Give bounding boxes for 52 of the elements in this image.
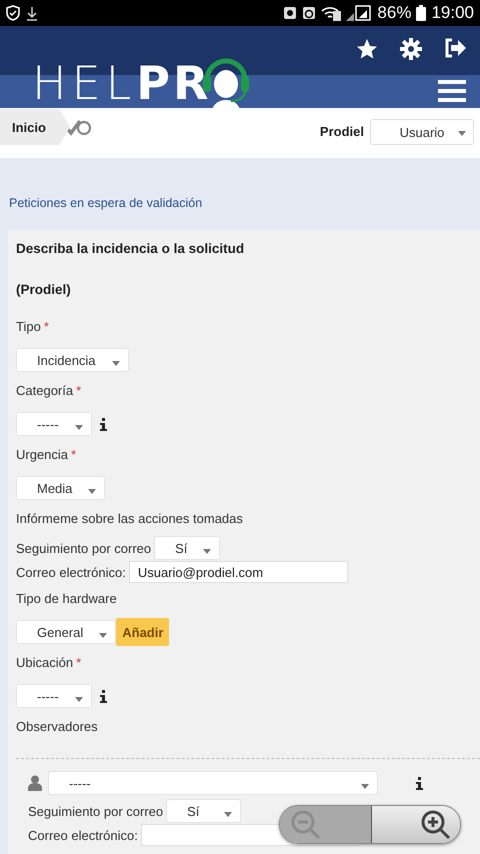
required-mark: * [76, 655, 82, 670]
dropdown-select[interactable]: ----- [16, 412, 92, 436]
download-icon [26, 5, 38, 21]
logout-icon[interactable] [444, 38, 466, 58]
required-mark: * [71, 447, 76, 462]
observer-select[interactable]: ----- [48, 771, 378, 795]
dropdown-select[interactable]: Incidencia [16, 348, 129, 372]
user-icon [28, 775, 42, 791]
field-label: Observadores [16, 719, 98, 734]
required-mark: * [44, 319, 49, 334]
add-button[interactable]: Añadir [116, 618, 170, 646]
notification-icon [283, 6, 298, 20]
field-label: Tipo [16, 319, 41, 334]
email-field[interactable]: Usuario@prodiel.com [128, 561, 348, 583]
dropdown-select[interactable]: Media [16, 476, 106, 500]
field-label: Urgencia [16, 447, 68, 462]
battery-icon [416, 5, 426, 21]
role-select[interactable]: Usuario [370, 119, 474, 145]
form-subtitle: (Prodiel) [16, 281, 72, 299]
field-label: Tipo de hardware [16, 591, 117, 606]
star-icon[interactable] [356, 38, 378, 60]
field-label: Correo electrónico: [28, 828, 138, 842]
pending-requests-link[interactable]: Peticiones en espera de validación [0, 158, 480, 230]
info-icon[interactable] [416, 776, 423, 790]
menu-icon[interactable] [438, 80, 466, 102]
zoom-in-button[interactable] [372, 806, 460, 843]
company-name: Prodiel [320, 124, 364, 138]
battery-level: 86% [377, 3, 412, 23]
home-breadcrumb[interactable]: Inicio [0, 109, 70, 145]
wifi-icon [321, 5, 342, 21]
field-label: Infórmeme sobre las acciones tomadas [16, 511, 243, 526]
field-label: Correo electrónico: [16, 564, 126, 580]
dropdown-select[interactable]: General [16, 620, 116, 644]
field-label: Seguimiento por correo [28, 804, 164, 818]
required-mark: * [76, 383, 82, 398]
form-title: Describa la incidencia o la solicitud [16, 240, 246, 258]
alarm-icon [302, 6, 316, 20]
clock: 19:00 [431, 3, 474, 23]
dropdown-select[interactable]: ----- [16, 684, 92, 708]
field-label: Ubicación [16, 655, 74, 670]
field-label: Categoría [16, 383, 74, 398]
settings-icon[interactable] [400, 38, 422, 60]
info-icon[interactable] [100, 690, 107, 702]
signal-icon [346, 5, 372, 21]
shield-icon [6, 5, 20, 21]
zoom-out-icon [290, 808, 322, 840]
dropdown-select[interactable]: Sí [154, 536, 220, 560]
info-icon[interactable] [100, 418, 107, 430]
logo-text: HELPR [32, 58, 212, 108]
zoom-in-icon [420, 808, 452, 840]
field-label: Seguimiento por correo [16, 540, 152, 556]
dropdown-select[interactable]: Sí [166, 799, 242, 823]
